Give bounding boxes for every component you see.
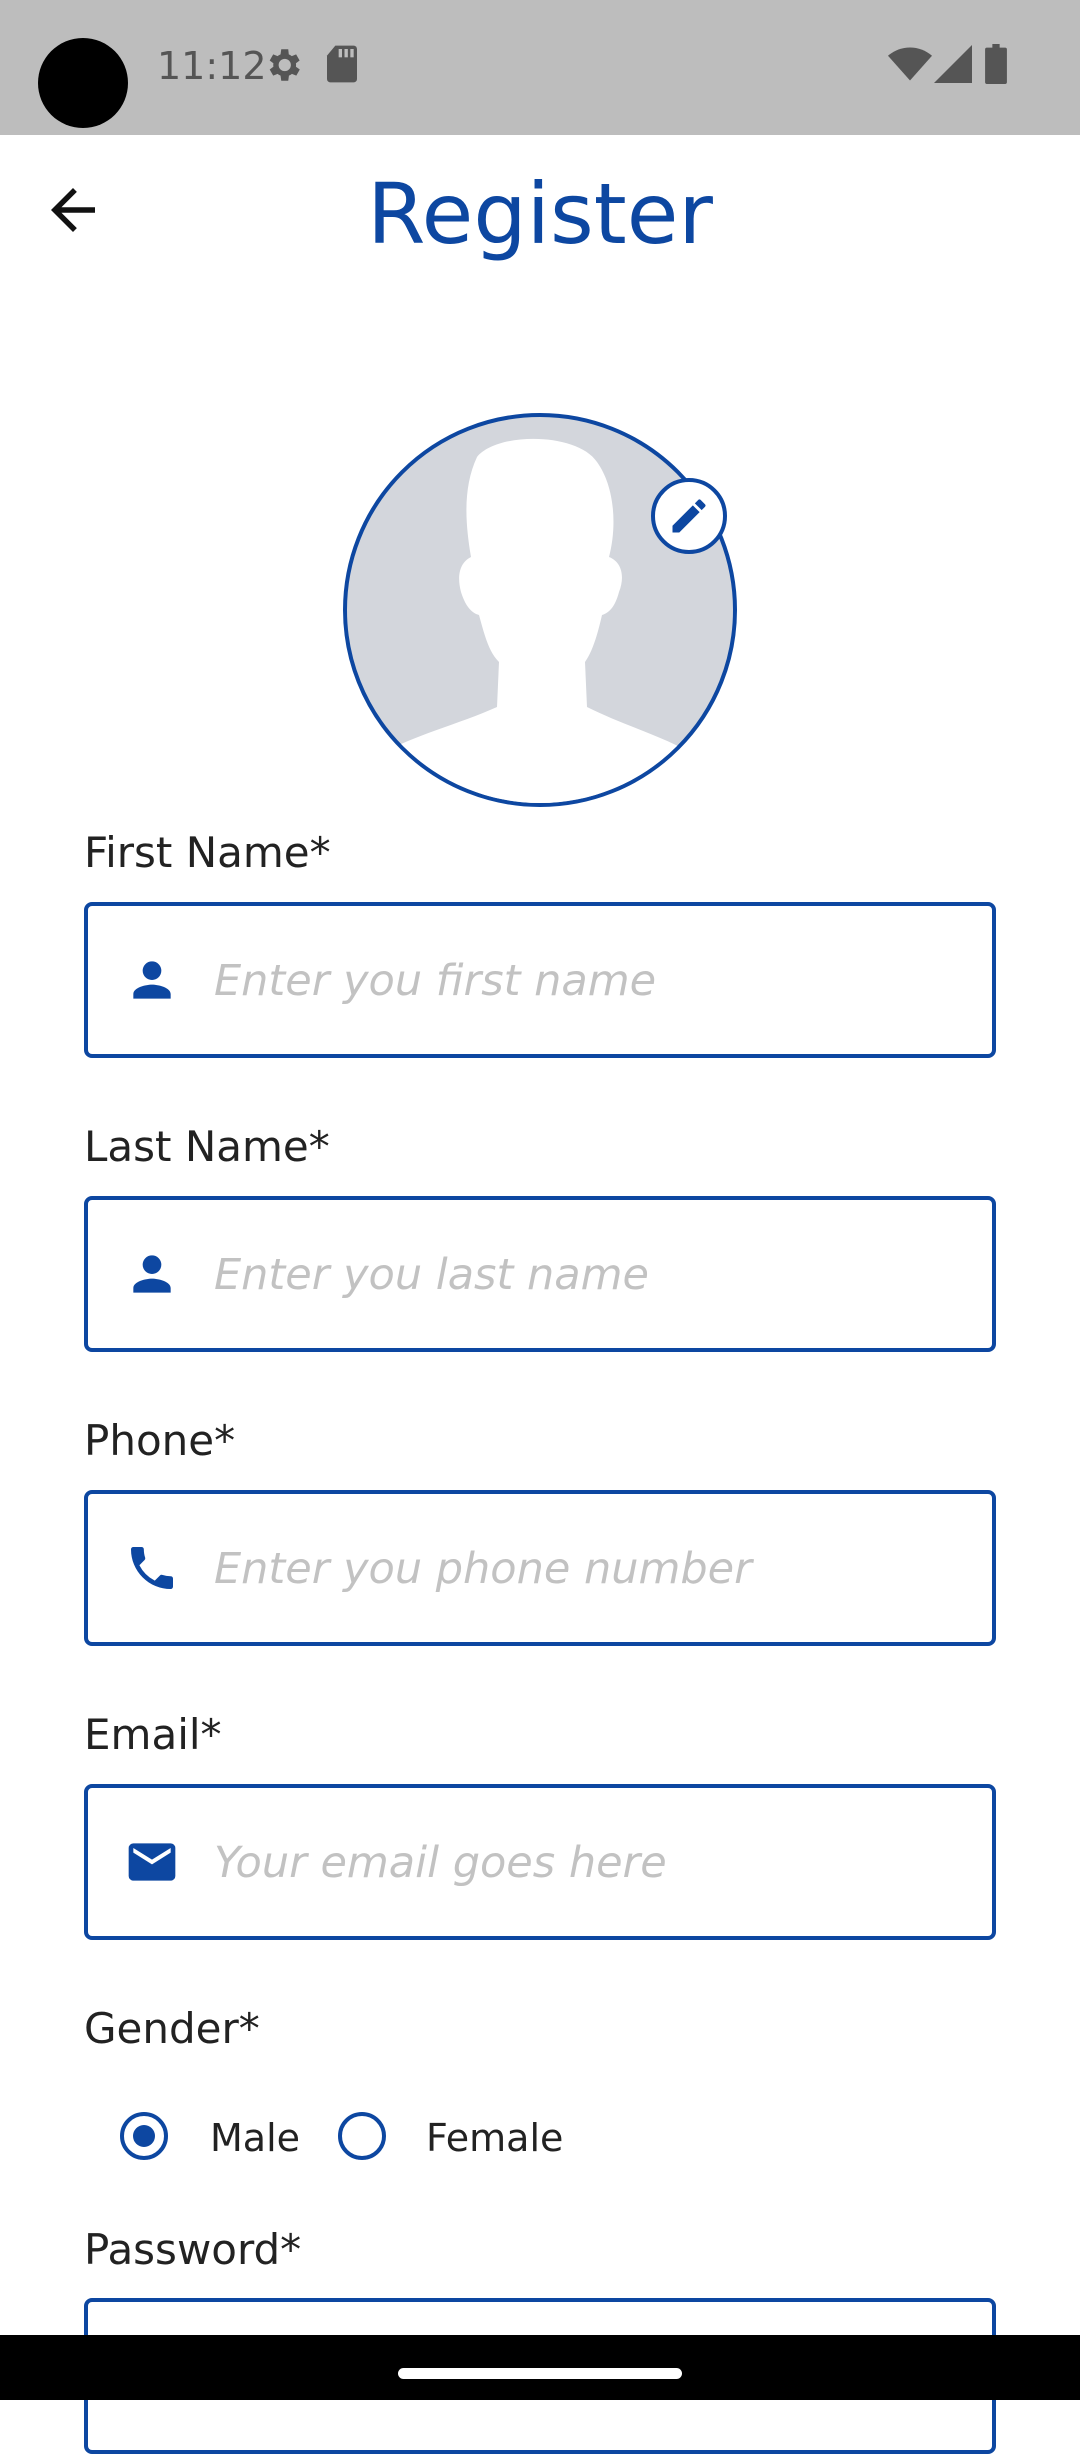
password-label: Password* <box>84 2225 302 2274</box>
status-time: 11:12 <box>157 44 267 88</box>
radio-selected-dot <box>133 2125 155 2147</box>
battery-icon <box>985 44 1007 84</box>
profile-picture[interactable] <box>343 413 737 807</box>
phone-label: Phone* <box>84 1416 236 1465</box>
gender-label: Gender* <box>84 2004 260 2053</box>
person-icon <box>133 961 171 999</box>
settings-gear-icon <box>269 49 300 81</box>
last-name-field[interactable]: Enter you last name <box>84 1196 996 1352</box>
page-title: Register <box>367 165 713 263</box>
email-label: Email* <box>84 1710 222 1759</box>
male-label[interactable]: Male <box>210 2116 300 2160</box>
edit-photo-button[interactable] <box>651 478 727 554</box>
phone-icon <box>131 1547 173 1589</box>
last-name-label: Last Name* <box>84 1122 330 1171</box>
male-radio[interactable] <box>120 2112 168 2160</box>
wifi-icon <box>888 47 932 81</box>
pencil-edit-icon <box>672 499 706 533</box>
home-gesture-pill[interactable] <box>398 2368 682 2379</box>
person-silhouette-icon <box>377 438 697 803</box>
mail-icon <box>128 1843 176 1881</box>
email-input[interactable]: Your email goes here <box>214 1838 667 1888</box>
phone-input[interactable]: Enter you phone number <box>214 1544 752 1594</box>
app-bar: Register <box>0 135 1080 285</box>
first-name-label: First Name* <box>84 828 331 877</box>
female-radio[interactable] <box>338 2112 386 2160</box>
status-bar: 11:12 <box>0 0 1080 135</box>
person-icon <box>133 1255 171 1293</box>
phone-field[interactable]: Enter you phone number <box>84 1490 996 1646</box>
sd-card-icon <box>327 45 357 83</box>
first-name-field[interactable]: Enter you first name <box>84 902 996 1058</box>
camera-cutout <box>38 38 128 128</box>
female-label[interactable]: Female <box>426 2116 563 2160</box>
signal-icon <box>934 45 972 83</box>
last-name-input[interactable]: Enter you last name <box>214 1250 649 1300</box>
first-name-input[interactable]: Enter you first name <box>214 956 656 1006</box>
email-field[interactable]: Your email goes here <box>84 1784 996 1940</box>
avatar <box>343 413 737 807</box>
